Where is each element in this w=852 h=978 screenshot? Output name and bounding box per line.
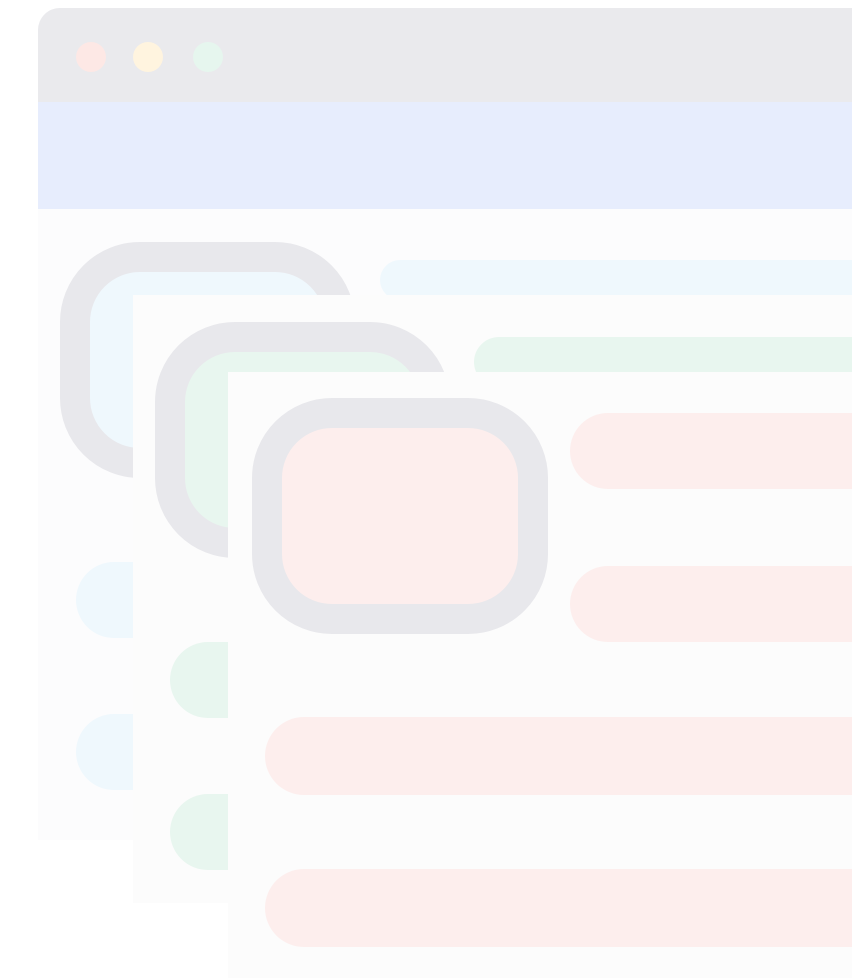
avatar-placeholder-icon [252,398,548,634]
minimize-dot-icon [133,42,163,72]
text-line-placeholder [380,260,852,300]
text-line-placeholder [265,869,852,947]
text-line-placeholder [265,717,852,795]
text-line-placeholder [570,413,852,489]
illustration-stage [0,0,852,978]
close-dot-icon [76,42,106,72]
maximize-dot-icon [193,42,223,72]
window-titlebar [38,8,852,102]
text-line-placeholder [570,566,852,642]
header-banner [38,102,852,209]
